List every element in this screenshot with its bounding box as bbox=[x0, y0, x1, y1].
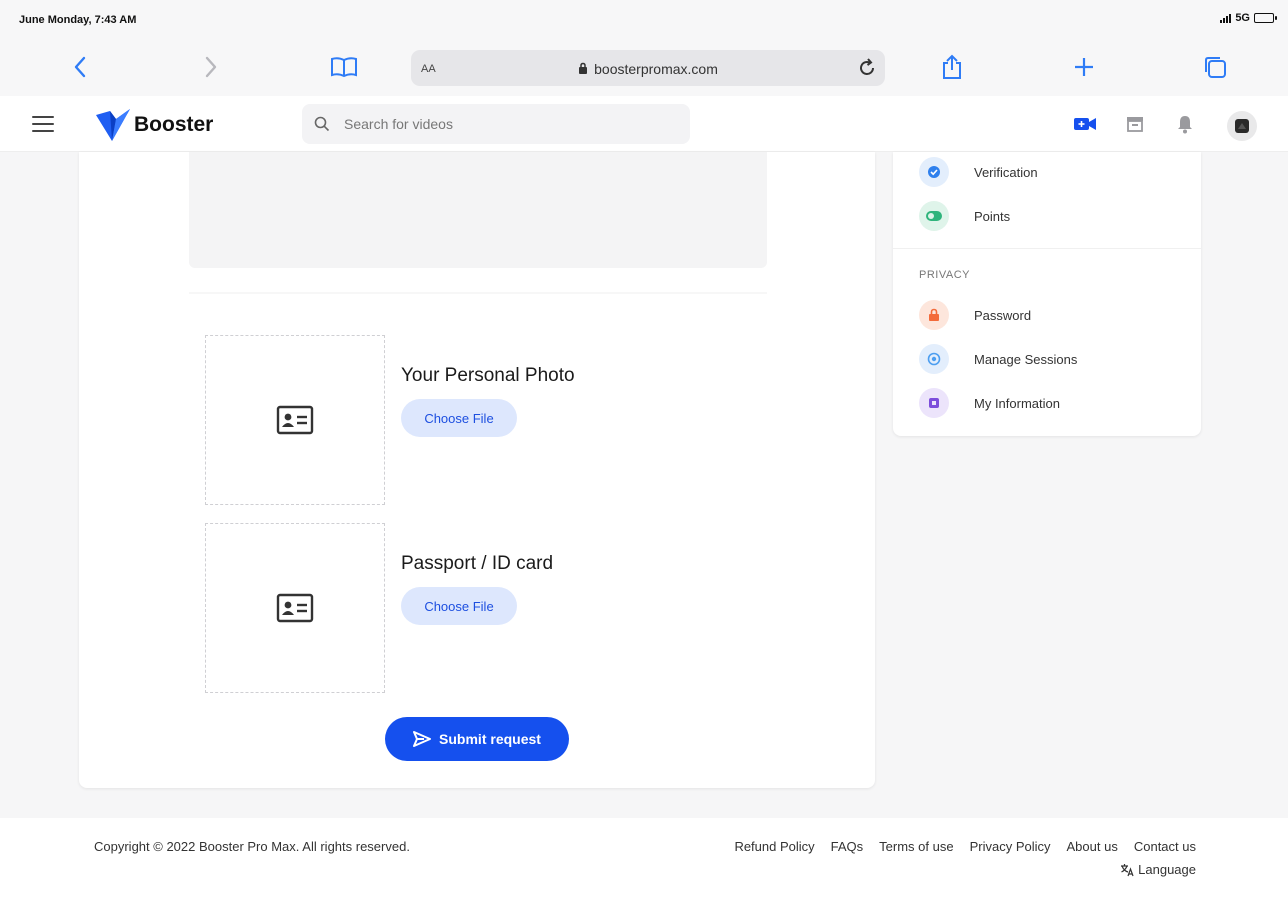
id-card-icon bbox=[276, 593, 314, 623]
id-card-choose-file-button[interactable]: Choose File bbox=[401, 587, 517, 625]
privacy-section-title: PRIVACY bbox=[919, 269, 970, 281]
reload-icon bbox=[860, 58, 874, 75]
verified-check-icon bbox=[919, 157, 949, 187]
search-box[interactable] bbox=[302, 104, 690, 144]
bookmarks-button[interactable] bbox=[329, 52, 359, 82]
store-button[interactable] bbox=[1123, 112, 1147, 136]
plus-icon bbox=[1075, 58, 1093, 76]
copyright-text: Copyright © 2022 Booster Pro Max. All ri… bbox=[94, 839, 410, 854]
upload-video-button[interactable] bbox=[1073, 112, 1097, 136]
sessions-icon bbox=[919, 344, 949, 374]
personal-photo-dropzone[interactable] bbox=[205, 335, 385, 505]
sidebar-item-label: Password bbox=[974, 307, 1032, 323]
sidebar-item-label: Manage Sessions bbox=[974, 351, 1078, 367]
book-icon bbox=[331, 57, 357, 78]
info-card-icon bbox=[919, 388, 949, 418]
back-button[interactable] bbox=[65, 52, 95, 82]
footer-link-terms[interactable]: Terms of use bbox=[879, 839, 953, 854]
personal-photo-choose-file-button[interactable]: Choose File bbox=[401, 399, 517, 437]
verification-form-card: Your Personal Photo Choose File Passport… bbox=[79, 152, 875, 788]
search-icon bbox=[314, 116, 330, 132]
points-toggle-icon bbox=[919, 201, 949, 231]
sidebar-item-points[interactable]: Points bbox=[919, 201, 1010, 231]
booster-logo-icon bbox=[96, 109, 130, 141]
settings-sidebar: Verification Points PRIVACY Password Man… bbox=[893, 152, 1201, 436]
sidebar-item-verification[interactable]: Verification bbox=[919, 157, 1038, 187]
url-display: boosterpromax.com bbox=[411, 61, 885, 77]
status-bar: June Monday, 7:43 AM 5G bbox=[0, 0, 1288, 40]
share-button[interactable] bbox=[937, 52, 967, 82]
forward-button[interactable] bbox=[196, 52, 226, 82]
id-card-dropzone[interactable] bbox=[205, 523, 385, 693]
language-label: Language bbox=[1138, 862, 1196, 877]
footer-links: Refund Policy FAQs Terms of use Privacy … bbox=[734, 839, 1196, 854]
sidebar-item-label: My Information bbox=[974, 395, 1060, 411]
personal-photo-upload: Your Personal Photo Choose File bbox=[205, 335, 765, 505]
chevron-left-icon bbox=[74, 56, 86, 78]
hamburger-icon bbox=[32, 116, 54, 118]
sidebar-item-label: Verification bbox=[974, 164, 1038, 180]
reload-button[interactable] bbox=[855, 56, 879, 80]
chevron-right-icon bbox=[205, 56, 217, 78]
footer: Copyright © 2022 Booster Pro Max. All ri… bbox=[0, 818, 1288, 900]
store-icon bbox=[1127, 117, 1143, 132]
notifications-button[interactable] bbox=[1173, 112, 1197, 136]
sidebar-item-manage-sessions[interactable]: Manage Sessions bbox=[919, 344, 1077, 374]
address-bar[interactable]: AA boosterpromax.com bbox=[411, 50, 885, 86]
language-selector[interactable]: Language bbox=[1120, 862, 1196, 877]
logo-text: Booster bbox=[134, 113, 214, 136]
new-tab-button[interactable] bbox=[1069, 52, 1099, 82]
app-header: Booster bbox=[0, 96, 1288, 152]
bell-icon bbox=[1178, 116, 1192, 134]
footer-link-refund-policy[interactable]: Refund Policy bbox=[734, 839, 814, 854]
share-icon bbox=[943, 54, 961, 79]
url-text: boosterpromax.com bbox=[594, 61, 718, 77]
tabs-icon bbox=[1205, 57, 1226, 78]
translate-icon bbox=[1121, 863, 1134, 876]
info-panel bbox=[189, 152, 767, 268]
footer-link-faqs[interactable]: FAQs bbox=[831, 839, 864, 854]
id-card-icon bbox=[276, 405, 314, 435]
status-time: June Monday, 7:43 AM bbox=[19, 14, 137, 26]
tabs-button[interactable] bbox=[1200, 52, 1230, 82]
send-icon bbox=[413, 731, 432, 747]
status-indicators: 5G bbox=[1220, 12, 1277, 24]
logo[interactable]: Booster bbox=[94, 105, 213, 145]
submit-request-label: Submit request bbox=[439, 731, 541, 747]
network-type: 5G bbox=[1235, 12, 1250, 24]
menu-button[interactable] bbox=[32, 116, 54, 132]
submit-request-button[interactable]: Submit request bbox=[385, 717, 569, 761]
footer-link-about-us[interactable]: About us bbox=[1067, 839, 1118, 854]
lock-icon bbox=[579, 62, 588, 74]
user-avatar-icon bbox=[1235, 119, 1249, 133]
personal-photo-title: Your Personal Photo bbox=[401, 365, 575, 386]
divider bbox=[189, 292, 767, 294]
video-camera-icon bbox=[1074, 118, 1096, 130]
sidebar-item-my-information[interactable]: My Information bbox=[919, 388, 1060, 418]
footer-link-contact-us[interactable]: Contact us bbox=[1134, 839, 1196, 854]
divider bbox=[893, 248, 1201, 249]
sidebar-item-password[interactable]: Password bbox=[919, 300, 1031, 330]
lock-icon bbox=[919, 300, 949, 330]
signal-icon bbox=[1220, 13, 1232, 23]
sidebar-item-label: Points bbox=[974, 208, 1011, 224]
avatar[interactable] bbox=[1227, 111, 1257, 141]
battery-icon bbox=[1254, 13, 1277, 23]
id-card-upload: Passport / ID card Choose File bbox=[205, 523, 765, 693]
id-card-title: Passport / ID card bbox=[401, 553, 554, 574]
footer-link-privacy-policy[interactable]: Privacy Policy bbox=[970, 839, 1051, 854]
search-input[interactable] bbox=[344, 114, 674, 134]
